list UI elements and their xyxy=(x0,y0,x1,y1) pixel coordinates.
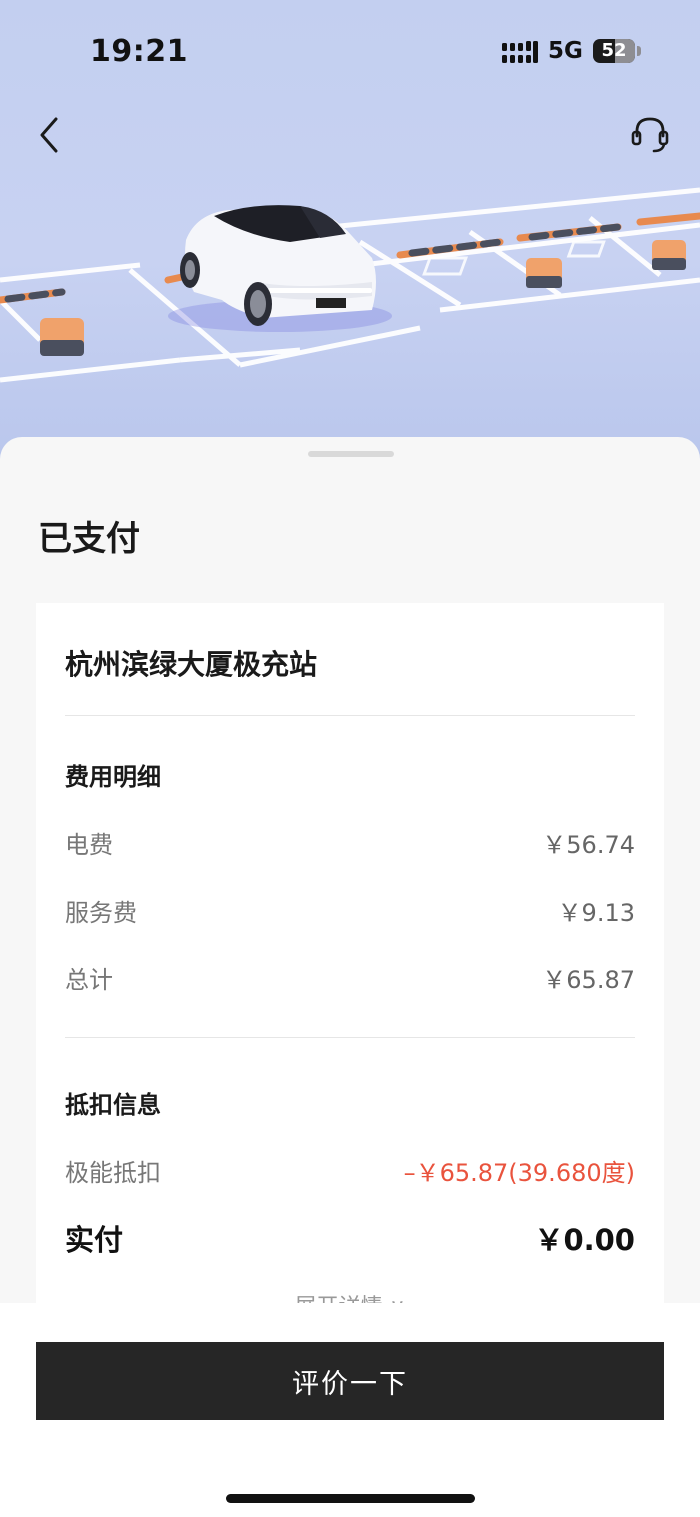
actual-pay-value: ￥0.00 xyxy=(534,1223,635,1257)
headset-icon xyxy=(631,117,669,153)
hero-banner: 19:21 5G 52 xyxy=(0,0,700,470)
fee-label: 服务费 xyxy=(65,899,137,927)
station-name: 杭州滨绿大厦极充站 xyxy=(65,648,318,681)
status-bar: 19:21 5G 52 xyxy=(0,0,700,100)
customer-service-button[interactable] xyxy=(628,112,672,156)
deduction-value: –￥65.87(39.680度) xyxy=(403,1159,635,1187)
signal-strength-icon xyxy=(502,41,538,63)
fee-value: ￥9.13 xyxy=(557,899,635,927)
battery-icon: 52 xyxy=(593,39,635,63)
home-indicator xyxy=(226,1494,475,1503)
back-button[interactable] xyxy=(30,113,70,157)
bottom-action-bar: 评价一下 xyxy=(0,1303,700,1517)
actual-pay-label: 实付 xyxy=(65,1223,124,1257)
fee-value: ￥56.74 xyxy=(542,831,635,859)
battery-level: 52 xyxy=(601,40,627,61)
rate-button[interactable]: 评价一下 xyxy=(36,1342,664,1420)
parking-scene-illustration xyxy=(0,187,700,383)
chevron-left-icon xyxy=(40,117,58,153)
deduction-info-title: 抵扣信息 xyxy=(65,1091,161,1119)
order-card: 杭州滨绿大厦极充站 费用明细 电费 ￥56.74 服务费 ￥9.13 总计 ￥6… xyxy=(36,603,664,1303)
fee-value: ￥65.87 xyxy=(542,966,635,994)
divider xyxy=(65,1037,635,1038)
divider xyxy=(65,715,635,716)
payment-status-title: 已支付 xyxy=(38,519,140,559)
status-time: 19:21 xyxy=(90,34,188,69)
deduction-label: 极能抵扣 xyxy=(65,1159,161,1187)
fee-detail-title: 费用明细 xyxy=(65,763,161,791)
sheet-drag-handle[interactable] xyxy=(308,451,394,457)
battery-tip xyxy=(637,46,641,56)
fee-label: 总计 xyxy=(65,966,113,994)
fee-label: 电费 xyxy=(65,831,113,859)
expand-details-link[interactable]: 展开详情 ∨ xyxy=(36,1289,664,1303)
network-type: 5G xyxy=(548,38,583,64)
